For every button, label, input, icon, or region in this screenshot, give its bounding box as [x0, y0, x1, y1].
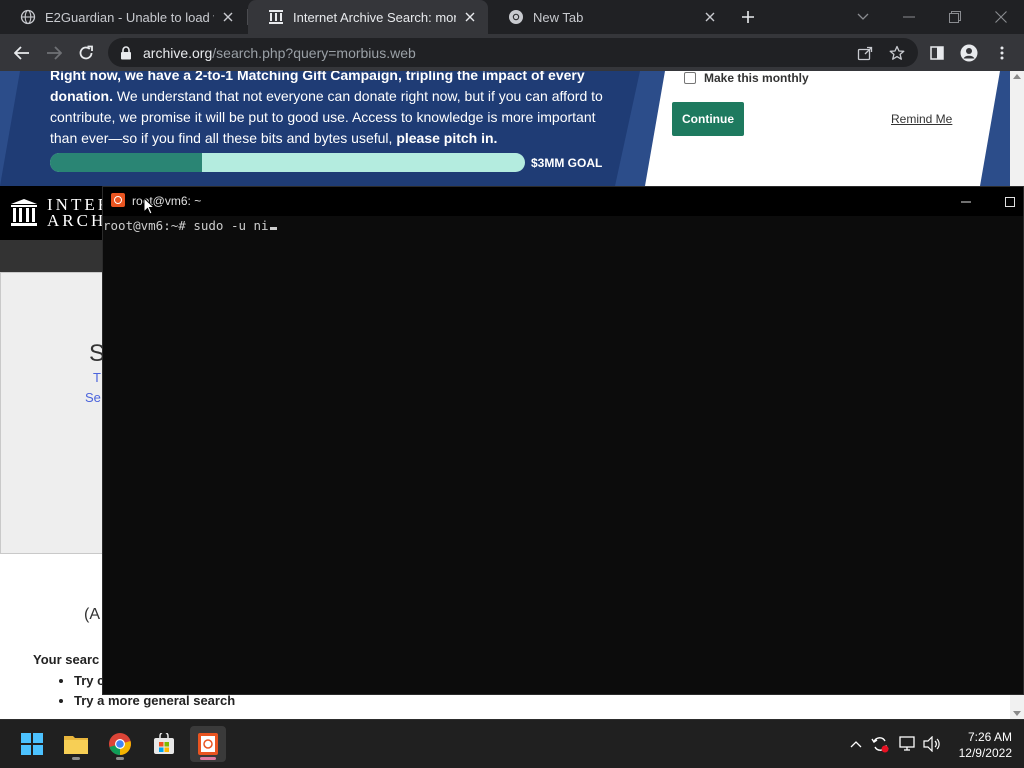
tab-title: E2Guardian - Unable to load web — [45, 9, 214, 25]
url-path: /search.php?query=morbius.web — [212, 44, 416, 61]
tab-title: New Tab — [533, 9, 584, 25]
new-tab-button[interactable] — [736, 5, 760, 29]
goal-label: $3MM GOAL — [531, 156, 603, 170]
remind-me-link[interactable]: Remind Me — [891, 112, 952, 126]
terminal-command: sudo -u ni — [193, 218, 269, 233]
bookmark-star-icon[interactable] — [888, 44, 906, 62]
terminal-command-line: root@vm6:~# sudo -u ni — [103, 218, 277, 233]
running-indicator — [200, 757, 216, 760]
terminal-minimize-button[interactable] — [951, 187, 981, 216]
close-tab-icon[interactable] — [220, 9, 236, 25]
internet-archive-icon — [268, 9, 284, 25]
result-link[interactable]: Se — [85, 390, 101, 405]
close-tab-icon[interactable] — [702, 9, 718, 25]
terminal-output[interactable]: root@vm6:~# sudo -u ni — [103, 217, 1023, 695]
banner-body: We understand that not everyone can dona… — [50, 88, 603, 146]
tab-search-button[interactable] — [840, 0, 886, 34]
text-cursor — [269, 227, 277, 230]
make-monthly-option[interactable]: Make this monthly — [684, 71, 809, 85]
result-link[interactable]: T — [93, 370, 101, 385]
url-host: archive.org — [143, 44, 213, 61]
side-panel-button[interactable] — [923, 39, 951, 67]
result-note: (A — [84, 606, 100, 623]
close-tab-icon[interactable] — [462, 9, 478, 25]
close-window-button[interactable] — [978, 0, 1024, 34]
chrome-icon — [508, 9, 524, 25]
scroll-up-arrow-icon[interactable] — [1013, 74, 1021, 79]
your-search-text: Your searc — [33, 652, 100, 667]
internet-archive-logo-icon[interactable] — [10, 198, 38, 233]
file-explorer-icon[interactable] — [58, 726, 94, 762]
ubuntu-terminal-icon — [111, 193, 125, 207]
terminal-maximize-button[interactable] — [995, 187, 1024, 216]
terminal-window[interactable]: root@vm6: ~ root@vm6:~# sudo -u ni — [102, 186, 1024, 695]
ubuntu-terminal-icon[interactable] — [190, 726, 226, 762]
chrome-icon[interactable] — [102, 726, 138, 762]
make-monthly-label: Make this monthly — [704, 71, 809, 85]
running-indicator — [72, 757, 80, 760]
donation-progress-bar — [50, 153, 525, 172]
globe-icon — [20, 9, 36, 25]
terminal-prompt: root@vm6:~# — [103, 218, 194, 233]
volume-icon[interactable] — [922, 734, 942, 754]
clock-date: 12/9/2022 — [958, 746, 1012, 760]
taskbar-clock[interactable]: 7:26 AM 12/9/2022 — [959, 729, 1012, 761]
lock-icon[interactable] — [120, 45, 132, 60]
banner-line1: Right now, we have a 2-to-1 Matching Gif… — [50, 71, 585, 83]
reload-button[interactable] — [72, 39, 100, 67]
forward-button[interactable] — [40, 39, 68, 67]
donation-banner: Right now, we have a 2-to-1 Matching Gif… — [0, 71, 1024, 186]
url-text: archive.org/search.php?query=morbius.web — [143, 45, 416, 61]
tab-new-tab[interactable]: New Tab — [488, 0, 728, 34]
banner-message: Right now, we have a 2-to-1 Matching Gif… — [50, 71, 620, 149]
address-bar[interactable]: archive.org/search.php?query=morbius.web — [108, 38, 918, 67]
make-monthly-checkbox[interactable] — [684, 72, 696, 84]
donation-progress-fill — [50, 153, 202, 172]
banner-donation-word: donation. — [50, 88, 113, 104]
sync-alert-icon[interactable] — [870, 734, 890, 754]
restore-button[interactable] — [932, 0, 978, 34]
pitch-in-text: please pitch in. — [396, 130, 498, 146]
scroll-down-arrow-icon[interactable] — [1013, 711, 1021, 716]
back-button[interactable] — [8, 39, 36, 67]
terminal-titlebar[interactable]: root@vm6: ~ — [103, 187, 1023, 216]
mouse-pointer-icon — [143, 196, 156, 220]
tab-internet-archive[interactable]: Internet Archive Search: morbius — [248, 0, 488, 34]
tab-e2guardian[interactable]: E2Guardian - Unable to load web — [0, 0, 246, 34]
microsoft-store-icon[interactable] — [146, 726, 182, 762]
windows-taskbar: 7:26 AM 12/9/2022 — [0, 719, 1024, 768]
continue-button[interactable]: Continue — [672, 102, 744, 136]
tab-title: Internet Archive Search: morbius — [293, 9, 456, 25]
network-icon[interactable] — [898, 734, 918, 754]
running-indicator — [116, 757, 124, 760]
chevron-up-icon[interactable] — [846, 734, 866, 754]
clock-time: 7:26 AM — [967, 730, 1012, 744]
browser-toolbar: archive.org/search.php?query=morbius.web — [0, 34, 1024, 71]
minimize-button[interactable] — [886, 0, 932, 34]
chrome-menu-icon[interactable] — [988, 39, 1016, 67]
share-icon[interactable] — [856, 44, 874, 62]
profile-avatar-icon[interactable] — [955, 39, 983, 67]
browser-tab-strip: E2Guardian - Unable to load web Internet… — [0, 0, 1024, 34]
windows-start-icon[interactable] — [14, 726, 50, 762]
